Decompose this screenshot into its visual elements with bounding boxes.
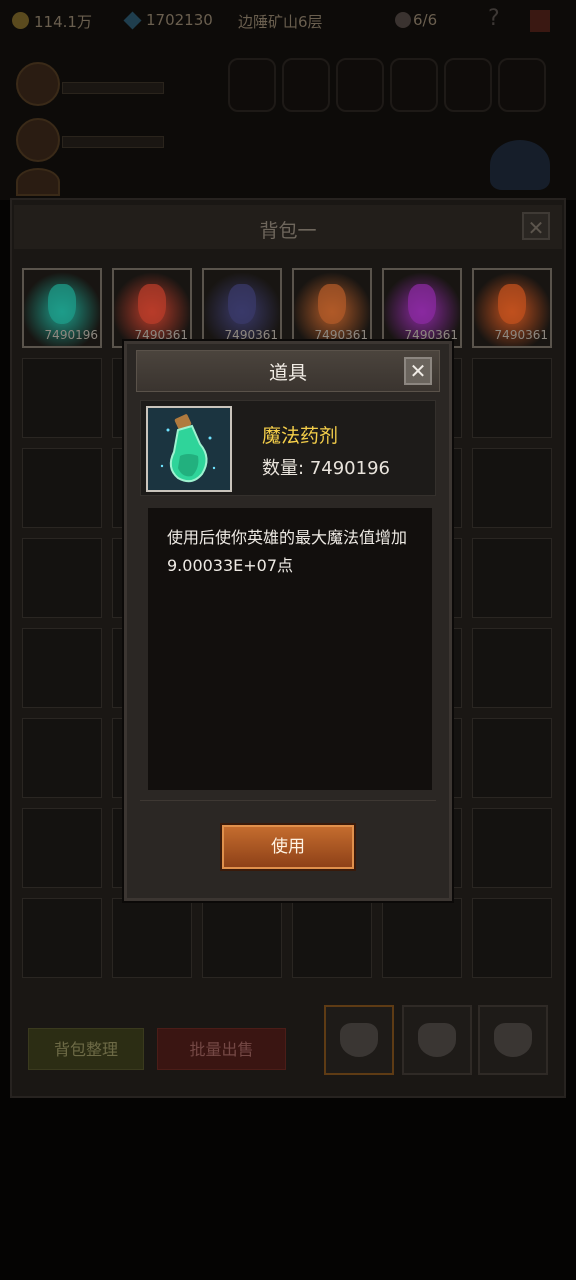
item-count: 7490361 — [224, 328, 278, 342]
inventory-slot[interactable] — [22, 718, 102, 798]
inventory-slot[interactable] — [22, 358, 102, 438]
inventory-slot[interactable] — [202, 898, 282, 978]
bag-icon — [494, 1023, 532, 1057]
item-count: 7490361 — [314, 328, 368, 342]
item-name: 魔法药剂 — [262, 425, 339, 447]
inventory-slot[interactable] — [472, 358, 552, 438]
location-name[interactable]: 边陲矿山6层 — [238, 11, 323, 32]
bag-tab-3[interactable] — [478, 1005, 548, 1075]
bag-tab-2[interactable] — [402, 1005, 472, 1075]
potion-icon — [408, 284, 436, 324]
inventory-slot[interactable] — [22, 628, 102, 708]
inventory-slot[interactable] — [472, 718, 552, 798]
flag-icon[interactable] — [530, 10, 550, 32]
item-quantity: 数量: 7490196 — [262, 454, 390, 480]
item-count: 7490361 — [134, 328, 188, 342]
gold-amount: 114.1万 — [34, 13, 92, 31]
potion-icon — [228, 284, 256, 324]
equipment-slot[interactable] — [336, 58, 384, 112]
skull-count: 6/6 — [413, 11, 438, 29]
dialog-title: 道具 — [268, 362, 307, 384]
hero-bar-2 — [62, 136, 164, 148]
bag-icon — [340, 1023, 378, 1057]
inventory-slot[interactable] — [22, 898, 102, 978]
inventory-slot[interactable] — [382, 898, 462, 978]
sort-bag-button[interactable]: 背包整理 — [28, 1028, 144, 1070]
inventory-slot[interactable] — [472, 808, 552, 888]
quantity-value: 7490196 — [309, 458, 390, 479]
backpack-close-button[interactable]: ✕ — [522, 212, 550, 240]
help-icon[interactable]: ? — [488, 6, 500, 31]
inventory-slot[interactable] — [22, 808, 102, 888]
inventory-slot[interactable] — [472, 898, 552, 978]
potion-icon — [498, 284, 526, 324]
potion-icon — [48, 284, 76, 324]
item-description: 使用后使你英雄的最大魔法值增加9.00033E+07点 — [167, 528, 408, 575]
hero-bar-1 — [62, 82, 164, 94]
use-button[interactable]: 使用 — [222, 825, 354, 869]
equipment-slot[interactable] — [282, 58, 330, 112]
item-count: 7490361 — [494, 328, 548, 342]
inventory-slot[interactable]: 7490361 — [382, 268, 462, 348]
bulk-sell-button[interactable]: 批量出售 — [157, 1028, 286, 1070]
inventory-slot[interactable]: 7490361 — [472, 268, 552, 348]
diamond-amount: 1702130 — [146, 11, 213, 29]
inventory-slot[interactable] — [472, 628, 552, 708]
magic-potion-icon — [146, 406, 232, 492]
bag-tab-1[interactable] — [324, 1005, 394, 1075]
divider — [140, 800, 436, 801]
quantity-label: 数量: — [262, 458, 305, 479]
inventory-slot[interactable]: 7490196 — [22, 268, 102, 348]
hero-avatar-1[interactable] — [16, 62, 60, 106]
inventory-slot[interactable] — [112, 898, 192, 978]
inventory-slot[interactable] — [22, 448, 102, 528]
backpack-title: 背包一 — [259, 220, 317, 242]
bag-icon — [418, 1023, 456, 1057]
inventory-slot[interactable] — [292, 898, 372, 978]
equipment-slot[interactable] — [228, 58, 276, 112]
potion-icon — [318, 284, 346, 324]
inventory-slot[interactable] — [22, 538, 102, 618]
guild-emblem-icon[interactable] — [490, 140, 550, 190]
hero-avatar-2[interactable] — [16, 118, 60, 162]
potion-icon — [138, 284, 166, 324]
gold-coin-icon — [12, 12, 29, 29]
inventory-slot[interactable]: 7490361 — [202, 268, 282, 348]
inventory-slot[interactable]: 7490361 — [112, 268, 192, 348]
item-count: 7490361 — [404, 328, 458, 342]
inventory-slot[interactable]: 7490361 — [292, 268, 372, 348]
inventory-slot[interactable] — [472, 448, 552, 528]
item-count: 7490196 — [44, 328, 98, 342]
equipment-slot[interactable] — [498, 58, 546, 112]
hero-avatar-3[interactable] — [16, 168, 60, 196]
equipment-slot[interactable] — [444, 58, 492, 112]
dialog-close-button[interactable]: ✕ — [404, 357, 432, 385]
inventory-slot[interactable] — [472, 538, 552, 618]
equipment-slot[interactable] — [390, 58, 438, 112]
skull-icon — [395, 12, 411, 28]
